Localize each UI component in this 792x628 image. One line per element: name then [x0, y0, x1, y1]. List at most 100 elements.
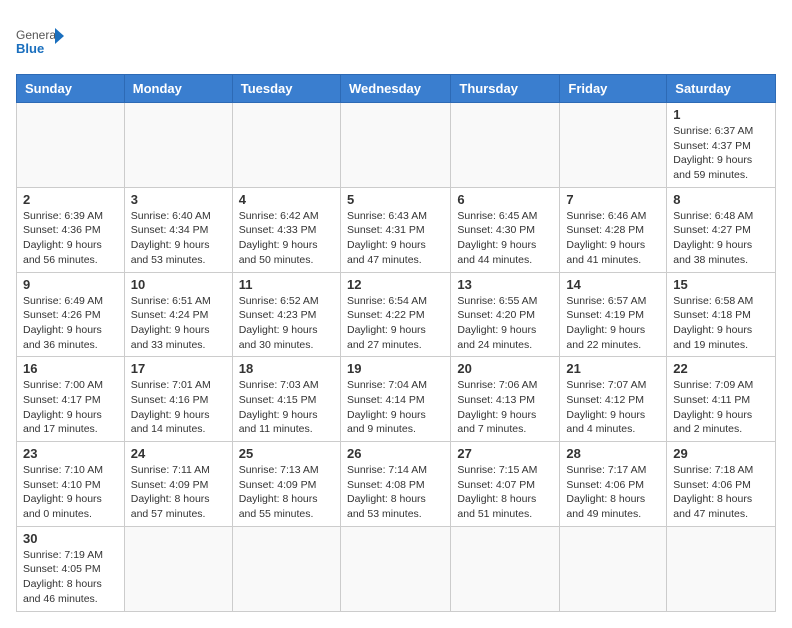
day-info: Sunrise: 6:48 AM Sunset: 4:27 PM Dayligh… — [673, 209, 769, 268]
weekday-header: Sunday — [17, 75, 125, 103]
calendar: SundayMondayTuesdayWednesdayThursdayFrid… — [16, 74, 776, 612]
logo: General Blue — [16, 24, 66, 64]
day-number: 22 — [673, 361, 769, 376]
day-number: 24 — [131, 446, 226, 461]
weekday-header: Thursday — [451, 75, 560, 103]
day-info: Sunrise: 7:13 AM Sunset: 4:09 PM Dayligh… — [239, 463, 334, 522]
header: General Blue — [16, 16, 776, 64]
weekday-header: Wednesday — [340, 75, 450, 103]
day-info: Sunrise: 6:39 AM Sunset: 4:36 PM Dayligh… — [23, 209, 118, 268]
calendar-day-cell — [451, 526, 560, 611]
calendar-day-cell: 2Sunrise: 6:39 AM Sunset: 4:36 PM Daylig… — [17, 187, 125, 272]
calendar-day-cell: 28 Sunrise: 7:17 AM Sunset: 4:06 PM Dayli… — [560, 442, 667, 527]
day-info: Sunrise: 6:58 AM Sunset: 4:18 PM Dayligh… — [673, 294, 769, 353]
calendar-day-cell: 6Sunrise: 6:45 AM Sunset: 4:30 PM Daylig… — [451, 187, 560, 272]
day-number: 20 — [457, 361, 553, 376]
calendar-day-cell: 8 Sunrise: 6:48 AM Sunset: 4:27 PM Daylig… — [667, 187, 776, 272]
day-number: 25 — [239, 446, 334, 461]
day-number: 11 — [239, 277, 334, 292]
day-info: Sunrise: 6:54 AM Sunset: 4:22 PM Dayligh… — [347, 294, 444, 353]
day-info: Sunrise: 6:57 AM Sunset: 4:19 PM Dayligh… — [566, 294, 660, 353]
day-number: 6 — [457, 192, 553, 207]
day-number: 17 — [131, 361, 226, 376]
calendar-day-cell: 21Sunrise: 7:07 AM Sunset: 4:12 PM Dayli… — [560, 357, 667, 442]
day-info: Sunrise: 7:07 AM Sunset: 4:12 PM Dayligh… — [566, 378, 660, 437]
day-number: 16 — [23, 361, 118, 376]
day-info: Sunrise: 6:37 AM Sunset: 4:37 PM Dayligh… — [673, 124, 769, 183]
calendar-day-cell: 3 Sunrise: 6:40 AM Sunset: 4:34 PM Daylig… — [124, 187, 232, 272]
svg-text:General: General — [16, 28, 59, 42]
calendar-week-row: 9 Sunrise: 6:49 AM Sunset: 4:26 PM Daylig… — [17, 272, 776, 357]
calendar-week-row: 16 Sunrise: 7:00 AM Sunset: 4:17 PM Dayli… — [17, 357, 776, 442]
day-info: Sunrise: 7:18 AM Sunset: 4:06 PM Dayligh… — [673, 463, 769, 522]
day-number: 5 — [347, 192, 444, 207]
calendar-day-cell: 16 Sunrise: 7:00 AM Sunset: 4:17 PM Dayli… — [17, 357, 125, 442]
calendar-day-cell: 24 Sunrise: 7:11 AM Sunset: 4:09 PM Dayli… — [124, 442, 232, 527]
day-info: Sunrise: 6:40 AM Sunset: 4:34 PM Dayligh… — [131, 209, 226, 268]
calendar-day-cell — [340, 526, 450, 611]
calendar-header-row: SundayMondayTuesdayWednesdayThursdayFrid… — [17, 75, 776, 103]
day-info: Sunrise: 7:00 AM Sunset: 4:17 PM Dayligh… — [23, 378, 118, 437]
calendar-week-row: 1Sunrise: 6:37 AM Sunset: 4:37 PM Daylig… — [17, 103, 776, 188]
day-number: 19 — [347, 361, 444, 376]
day-number: 9 — [23, 277, 118, 292]
calendar-day-cell — [451, 103, 560, 188]
day-info: Sunrise: 7:17 AM Sunset: 4:06 PM Dayligh… — [566, 463, 660, 522]
calendar-day-cell: 11Sunrise: 6:52 AM Sunset: 4:23 PM Dayli… — [232, 272, 340, 357]
calendar-day-cell: 18Sunrise: 7:03 AM Sunset: 4:15 PM Dayli… — [232, 357, 340, 442]
day-number: 15 — [673, 277, 769, 292]
day-number: 3 — [131, 192, 226, 207]
day-info: Sunrise: 6:46 AM Sunset: 4:28 PM Dayligh… — [566, 209, 660, 268]
calendar-day-cell: 4 Sunrise: 6:42 AM Sunset: 4:33 PM Daylig… — [232, 187, 340, 272]
calendar-day-cell: 23 Sunrise: 7:10 AM Sunset: 4:10 PM Dayli… — [17, 442, 125, 527]
weekday-header: Friday — [560, 75, 667, 103]
day-info: Sunrise: 7:01 AM Sunset: 4:16 PM Dayligh… — [131, 378, 226, 437]
calendar-day-cell: 7 Sunrise: 6:46 AM Sunset: 4:28 PM Daylig… — [560, 187, 667, 272]
day-number: 8 — [673, 192, 769, 207]
calendar-day-cell — [560, 526, 667, 611]
calendar-day-cell: 15 Sunrise: 6:58 AM Sunset: 4:18 PM Dayli… — [667, 272, 776, 357]
calendar-week-row: 2Sunrise: 6:39 AM Sunset: 4:36 PM Daylig… — [17, 187, 776, 272]
calendar-day-cell: 29 Sunrise: 7:18 AM Sunset: 4:06 PM Dayli… — [667, 442, 776, 527]
day-number: 26 — [347, 446, 444, 461]
calendar-day-cell: 25 Sunrise: 7:13 AM Sunset: 4:09 PM Dayli… — [232, 442, 340, 527]
calendar-day-cell: 12 Sunrise: 6:54 AM Sunset: 4:22 PM Dayli… — [340, 272, 450, 357]
calendar-day-cell — [667, 526, 776, 611]
day-info: Sunrise: 7:14 AM Sunset: 4:08 PM Dayligh… — [347, 463, 444, 522]
calendar-day-cell: 17 Sunrise: 7:01 AM Sunset: 4:16 PM Dayli… — [124, 357, 232, 442]
day-number: 13 — [457, 277, 553, 292]
day-number: 29 — [673, 446, 769, 461]
calendar-day-cell: 9 Sunrise: 6:49 AM Sunset: 4:26 PM Daylig… — [17, 272, 125, 357]
svg-text:Blue: Blue — [16, 41, 44, 56]
weekday-header: Saturday — [667, 75, 776, 103]
calendar-week-row: 30Sunrise: 7:19 AM Sunset: 4:05 PM Dayli… — [17, 526, 776, 611]
day-info: Sunrise: 6:49 AM Sunset: 4:26 PM Dayligh… — [23, 294, 118, 353]
calendar-day-cell: 19Sunrise: 7:04 AM Sunset: 4:14 PM Dayli… — [340, 357, 450, 442]
calendar-day-cell: 20 Sunrise: 7:06 AM Sunset: 4:13 PM Dayli… — [451, 357, 560, 442]
day-info: Sunrise: 7:09 AM Sunset: 4:11 PM Dayligh… — [673, 378, 769, 437]
day-number: 30 — [23, 531, 118, 546]
day-info: Sunrise: 7:11 AM Sunset: 4:09 PM Dayligh… — [131, 463, 226, 522]
calendar-day-cell: 26 Sunrise: 7:14 AM Sunset: 4:08 PM Dayli… — [340, 442, 450, 527]
calendar-day-cell — [560, 103, 667, 188]
calendar-week-row: 23 Sunrise: 7:10 AM Sunset: 4:10 PM Dayli… — [17, 442, 776, 527]
day-number: 28 — [566, 446, 660, 461]
calendar-day-cell: 10 Sunrise: 6:51 AM Sunset: 4:24 PM Dayli… — [124, 272, 232, 357]
day-info: Sunrise: 6:43 AM Sunset: 4:31 PM Dayligh… — [347, 209, 444, 268]
day-number: 23 — [23, 446, 118, 461]
calendar-day-cell: 1Sunrise: 6:37 AM Sunset: 4:37 PM Daylig… — [667, 103, 776, 188]
day-number: 7 — [566, 192, 660, 207]
day-info: Sunrise: 7:10 AM Sunset: 4:10 PM Dayligh… — [23, 463, 118, 522]
day-number: 12 — [347, 277, 444, 292]
weekday-header: Tuesday — [232, 75, 340, 103]
calendar-day-cell — [124, 526, 232, 611]
day-info: Sunrise: 6:55 AM Sunset: 4:20 PM Dayligh… — [457, 294, 553, 353]
day-info: Sunrise: 7:06 AM Sunset: 4:13 PM Dayligh… — [457, 378, 553, 437]
calendar-day-cell — [232, 526, 340, 611]
calendar-day-cell: 13 Sunrise: 6:55 AM Sunset: 4:20 PM Dayli… — [451, 272, 560, 357]
day-number: 10 — [131, 277, 226, 292]
day-number: 4 — [239, 192, 334, 207]
day-info: Sunrise: 6:42 AM Sunset: 4:33 PM Dayligh… — [239, 209, 334, 268]
day-info: Sunrise: 7:03 AM Sunset: 4:15 PM Dayligh… — [239, 378, 334, 437]
day-info: Sunrise: 6:51 AM Sunset: 4:24 PM Dayligh… — [131, 294, 226, 353]
